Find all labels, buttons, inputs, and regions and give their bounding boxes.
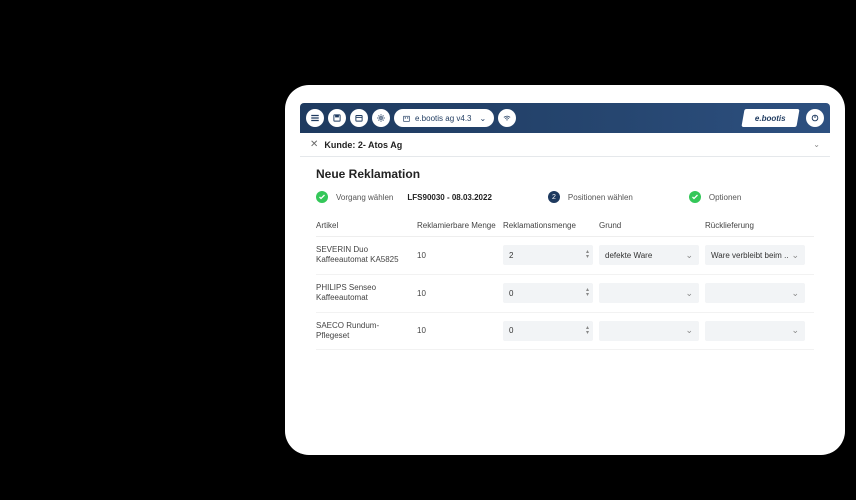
reklamation-stepper[interactable]: 0 ▴▾	[503, 321, 593, 341]
positions-table: Artikel Reklamierbare Menge Reklamations…	[316, 215, 814, 350]
step-1-indicator	[316, 191, 328, 203]
col-artikel: Artikel	[316, 221, 411, 230]
artikel-cell: PHILIPS Senseo Kaffeeautomat	[316, 283, 411, 304]
step-3-indicator	[689, 191, 701, 203]
reklamierbar-cell: 10	[417, 289, 497, 298]
context-selector[interactable]: e.bootis ag v4.3 ⌄	[394, 109, 494, 127]
close-icon[interactable]: ✕	[310, 139, 318, 150]
reklamation-stepper[interactable]: 0 ▴▾	[503, 283, 593, 303]
menu-button[interactable]	[306, 109, 324, 127]
context-label: e.bootis ag v4.3	[415, 114, 471, 123]
grund-select[interactable]: defekte Ware	[599, 245, 699, 265]
reklamation-stepper[interactable]: 2 ▴▾	[503, 245, 593, 265]
content: Neue Reklamation Vorgang wählen LFS90030…	[300, 157, 830, 360]
building-icon	[402, 114, 411, 123]
table-row: SAECO Rundum-Pflegeset 10 0 ▴▾	[316, 313, 814, 351]
col-grund: Grund	[599, 221, 699, 230]
chevron-down-icon[interactable]: ⌄	[813, 140, 820, 149]
reklamierbar-cell: 10	[417, 251, 497, 260]
tablet-frame: e.bootis ag v4.3 ⌄ e.bootis ✕ Kunde: 2- …	[285, 85, 845, 455]
power-button[interactable]	[806, 109, 824, 127]
save-button[interactable]	[328, 109, 346, 127]
table-row: PHILIPS Senseo Kaffeeautomat 10 0 ▴▾	[316, 275, 814, 313]
stepper-arrows: ▴▾	[586, 250, 589, 260]
col-reklamation: Reklamationsmenge	[503, 221, 593, 230]
rueck-select[interactable]	[705, 321, 805, 341]
stepper-arrows: ▴▾	[586, 288, 589, 298]
wizard-steps: Vorgang wählen LFS90030 - 08.03.2022 2 P…	[316, 191, 814, 203]
stepper-arrows: ▴▾	[586, 326, 589, 336]
table-row: SEVERIN Duo Kaffeeautomat KA5825 10 2 ▴▾…	[316, 237, 814, 275]
grund-select[interactable]	[599, 321, 699, 341]
reklamierbar-cell: 10	[417, 326, 497, 335]
artikel-cell: SAECO Rundum-Pflegeset	[316, 321, 411, 342]
table-header: Artikel Reklamierbare Menge Reklamations…	[316, 215, 814, 237]
rueck-select[interactable]: Ware verbleibt beim ..	[705, 245, 805, 265]
step-2-indicator: 2	[548, 191, 560, 203]
page-title: Neue Reklamation	[316, 167, 814, 181]
topbar: e.bootis ag v4.3 ⌄ e.bootis	[300, 103, 830, 133]
chevron-down-icon: ⌄	[479, 114, 486, 123]
breadcrumb: ✕ Kunde: 2- Atos Ag ⌄	[300, 133, 830, 157]
breadcrumb-text: Kunde: 2- Atos Ag	[324, 140, 402, 150]
step-1-info: LFS90030 - 08.03.2022	[407, 193, 492, 202]
step-2-label: Positionen wählen	[568, 193, 633, 202]
wifi-button[interactable]	[498, 109, 516, 127]
col-reklamierbar: Reklamierbare Menge	[417, 221, 497, 230]
col-rueck: Rücklieferung	[705, 221, 805, 230]
rueck-select[interactable]	[705, 283, 805, 303]
step-1-label: Vorgang wählen	[336, 193, 393, 202]
brand-badge: e.bootis	[742, 109, 800, 127]
calendar-button[interactable]	[350, 109, 368, 127]
step-3-label: Optionen	[709, 193, 741, 202]
screen: e.bootis ag v4.3 ⌄ e.bootis ✕ Kunde: 2- …	[300, 103, 830, 437]
artikel-cell: SEVERIN Duo Kaffeeautomat KA5825	[316, 245, 411, 266]
brand-text: e.bootis	[755, 114, 786, 123]
settings-button[interactable]	[372, 109, 390, 127]
grund-select[interactable]	[599, 283, 699, 303]
